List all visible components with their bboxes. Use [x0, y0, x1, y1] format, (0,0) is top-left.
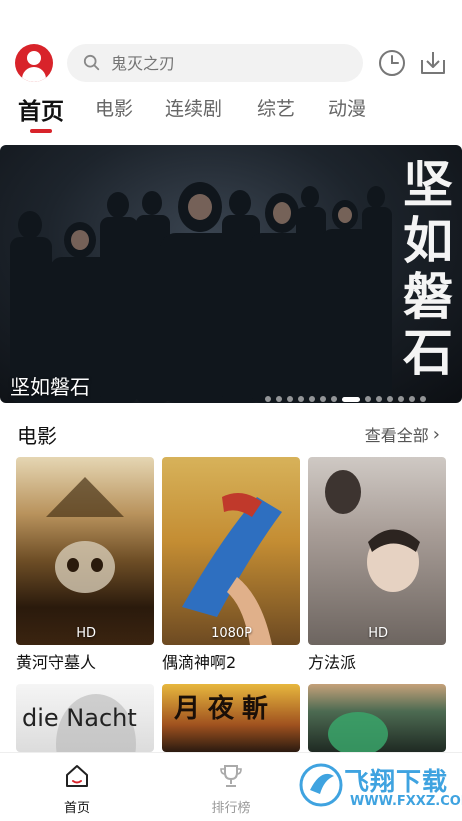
- see-all-label: 查看全部: [364, 426, 429, 445]
- movie-card[interactable]: HD 方法派: [308, 457, 446, 673]
- carousel-dots: [265, 395, 431, 403]
- movie-section-header: 电影 查看全部 ›: [0, 420, 462, 450]
- movie-poster: 月夜斬: [162, 684, 300, 752]
- watermark-text: 飞翔下载: [344, 767, 449, 796]
- movie-title: 偶滴神啊2: [162, 653, 237, 672]
- movie-card[interactable]: [308, 684, 446, 752]
- site-watermark: 飞翔下载 WWW.FXXZ.COM: [298, 760, 462, 816]
- tab-anime[interactable]: 动漫: [328, 94, 366, 121]
- carousel-dot[interactable]: [276, 396, 282, 402]
- watermark-url: WWW.FXXZ.COM: [350, 794, 462, 809]
- carousel-dot[interactable]: [398, 396, 404, 402]
- carousel-dot[interactable]: [309, 396, 315, 402]
- top-bar: [0, 40, 462, 86]
- see-all-link[interactable]: 查看全部 ›: [365, 422, 440, 446]
- carousel-dot[interactable]: [387, 396, 393, 402]
- movie-card[interactable]: die Nacht: [16, 684, 154, 752]
- movie-poster: 1080P: [162, 457, 300, 645]
- banner-title: 坚如磐石: [10, 375, 90, 399]
- carousel-dot[interactable]: [376, 396, 382, 402]
- movie-poster: [308, 684, 446, 752]
- category-tabs: 首页 电影 连续剧 综艺 动漫: [0, 92, 462, 138]
- poster-title-text: 月夜斬: [174, 694, 277, 724]
- carousel-dot[interactable]: [287, 396, 293, 402]
- carousel-dot[interactable]: [320, 396, 326, 402]
- tab-variety[interactable]: 综艺: [257, 94, 295, 121]
- banner-title-calligraphy: 坚如磐石: [403, 155, 453, 382]
- tab-movies[interactable]: 电影: [95, 94, 133, 121]
- movie-card[interactable]: 月夜斬: [162, 684, 300, 752]
- poster-art: [182, 493, 282, 645]
- section-title: 电影: [17, 424, 57, 448]
- active-tab-indicator: [30, 129, 52, 133]
- history-clock-icon[interactable]: [377, 48, 407, 78]
- trophy-icon: [220, 765, 242, 787]
- carousel-dot[interactable]: [365, 396, 371, 402]
- chevron-right-icon: ›: [432, 423, 440, 445]
- movie-poster: die Nacht: [16, 684, 154, 752]
- tab-series[interactable]: 连续剧: [165, 94, 222, 121]
- carousel-dot[interactable]: [298, 396, 304, 402]
- carousel-dot[interactable]: [409, 396, 415, 402]
- poster-title-text: die Nacht: [22, 704, 137, 732]
- nav-ranking[interactable]: 排行榜: [196, 763, 266, 816]
- banner-cast-image: [10, 182, 392, 403]
- search-bar[interactable]: [67, 44, 363, 82]
- search-icon: [83, 54, 100, 71]
- quality-badge: HD: [368, 626, 388, 641]
- carousel-dot[interactable]: [331, 396, 337, 402]
- quality-badge: HD: [76, 626, 96, 641]
- movie-card[interactable]: 1080P 偶滴神啊2: [162, 457, 300, 673]
- poster-art: [46, 477, 124, 593]
- poster-art: [325, 470, 420, 592]
- carousel-dot[interactable]: [265, 396, 271, 402]
- nav-ranking-label: 排行榜: [211, 801, 251, 816]
- tab-home[interactable]: 首页: [18, 92, 64, 126]
- watermark-logo-icon: [299, 763, 343, 807]
- search-input[interactable]: [111, 53, 331, 73]
- poster-art: [328, 712, 388, 752]
- movie-card[interactable]: HD 黄河守墓人: [16, 457, 154, 673]
- featured-banner[interactable]: 坚如磐石 坚如磐石: [0, 145, 462, 403]
- movie-title: 方法派: [308, 653, 357, 672]
- nav-home-label: 首页: [63, 801, 90, 816]
- carousel-dot-active[interactable]: [342, 396, 360, 402]
- home-icon: [66, 765, 88, 787]
- movie-title: 黄河守墓人: [16, 653, 97, 672]
- movie-poster: HD: [16, 457, 154, 645]
- quality-badge: 1080P: [211, 626, 252, 641]
- carousel-dot[interactable]: [420, 396, 426, 402]
- download-icon[interactable]: [418, 48, 448, 78]
- movie-poster: HD: [308, 457, 446, 645]
- user-avatar-icon[interactable]: [15, 44, 53, 82]
- nav-home[interactable]: 首页: [42, 763, 112, 816]
